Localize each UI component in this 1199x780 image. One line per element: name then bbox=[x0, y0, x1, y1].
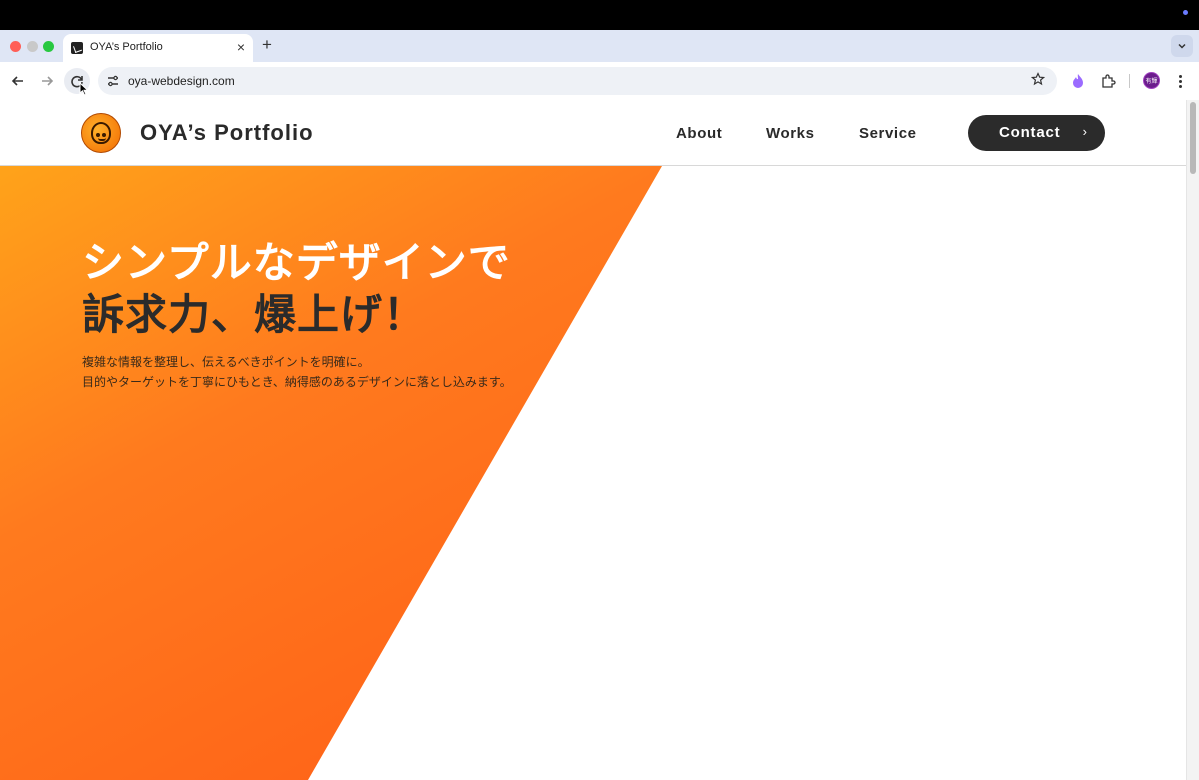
tab-search-button[interactable] bbox=[1171, 35, 1193, 57]
os-menu-bar bbox=[0, 0, 1199, 30]
site-settings-icon[interactable] bbox=[106, 74, 120, 88]
contact-button-label: Contact bbox=[999, 124, 1061, 141]
contact-button[interactable]: Contact › bbox=[968, 115, 1105, 151]
favicon-icon bbox=[71, 42, 83, 54]
mouse-cursor-icon bbox=[79, 82, 89, 96]
logo-face-icon bbox=[91, 122, 111, 144]
extension-button[interactable] bbox=[1068, 71, 1088, 91]
hero-headline-line1: シンプルなデザインで bbox=[82, 239, 511, 286]
back-button[interactable] bbox=[5, 68, 31, 94]
address-bar[interactable]: oya-webdesign.com bbox=[98, 67, 1057, 95]
toolbar-separator bbox=[1129, 74, 1130, 88]
browser-toolbar: oya-webdesign.com 有輝 bbox=[0, 62, 1199, 100]
hero-subtext-line1: 複雑な情報を整理し、伝えるべきポイントを明確に。 bbox=[82, 355, 370, 369]
nav-link-service[interactable]: Service bbox=[859, 125, 917, 142]
tab-title: OYA’s Portfolio bbox=[90, 41, 163, 53]
hero-headline: シンプルなデザインで 訴求力、爆上げ！ bbox=[82, 237, 511, 341]
hero-headline-line2: 訴求力、爆上げ！ bbox=[82, 291, 427, 338]
forward-button[interactable] bbox=[34, 68, 60, 94]
site-logo[interactable] bbox=[81, 113, 121, 153]
profile-avatar[interactable]: 有輝 bbox=[1143, 72, 1160, 89]
kebab-menu-icon[interactable] bbox=[1172, 71, 1188, 91]
browser-tab[interactable]: OYA’s Portfolio × bbox=[63, 34, 253, 62]
forward-arrow-icon bbox=[42, 76, 54, 86]
tab-close-icon[interactable]: × bbox=[237, 39, 245, 55]
window-minimize-button[interactable] bbox=[27, 41, 38, 52]
url-text: oya-webdesign.com bbox=[128, 74, 235, 88]
bookmark-star-icon[interactable] bbox=[1031, 72, 1045, 86]
browser-chrome: OYA’s Portfolio × + oya-webdesign.com 有輝 bbox=[0, 30, 1199, 100]
nav-link-about[interactable]: About bbox=[676, 125, 722, 142]
extensions-menu-button[interactable] bbox=[1098, 71, 1118, 91]
status-dot bbox=[1183, 10, 1188, 15]
site-header: OYA’s Portfolio About Works Service Cont… bbox=[0, 100, 1186, 166]
new-tab-button[interactable]: + bbox=[262, 35, 272, 55]
chevron-down-icon bbox=[1178, 43, 1186, 49]
page-scrollbar[interactable] bbox=[1186, 100, 1199, 780]
site-title[interactable]: OYA’s Portfolio bbox=[140, 120, 314, 146]
extension-flame-icon bbox=[1073, 74, 1083, 88]
hero-subtext: 複雑な情報を整理し、伝えるべきポイントを明確に。 目的やターゲットを丁寧にひもと… bbox=[82, 352, 512, 392]
hero-subtext-line2: 目的やターゲットを丁寧にひもとき、納得感のあるデザインに落とし込みます。 bbox=[82, 375, 512, 389]
back-arrow-icon bbox=[11, 76, 23, 86]
chevron-right-icon: › bbox=[1082, 124, 1087, 139]
window-zoom-button[interactable] bbox=[43, 41, 54, 52]
page-viewport: OYA’s Portfolio About Works Service Cont… bbox=[0, 100, 1199, 780]
window-close-button[interactable] bbox=[10, 41, 21, 52]
tab-strip: OYA’s Portfolio × + bbox=[0, 30, 1199, 62]
nav-link-works[interactable]: Works bbox=[766, 125, 815, 142]
scrollbar-thumb[interactable] bbox=[1190, 102, 1196, 174]
extension-puzzle-icon bbox=[1102, 74, 1116, 88]
